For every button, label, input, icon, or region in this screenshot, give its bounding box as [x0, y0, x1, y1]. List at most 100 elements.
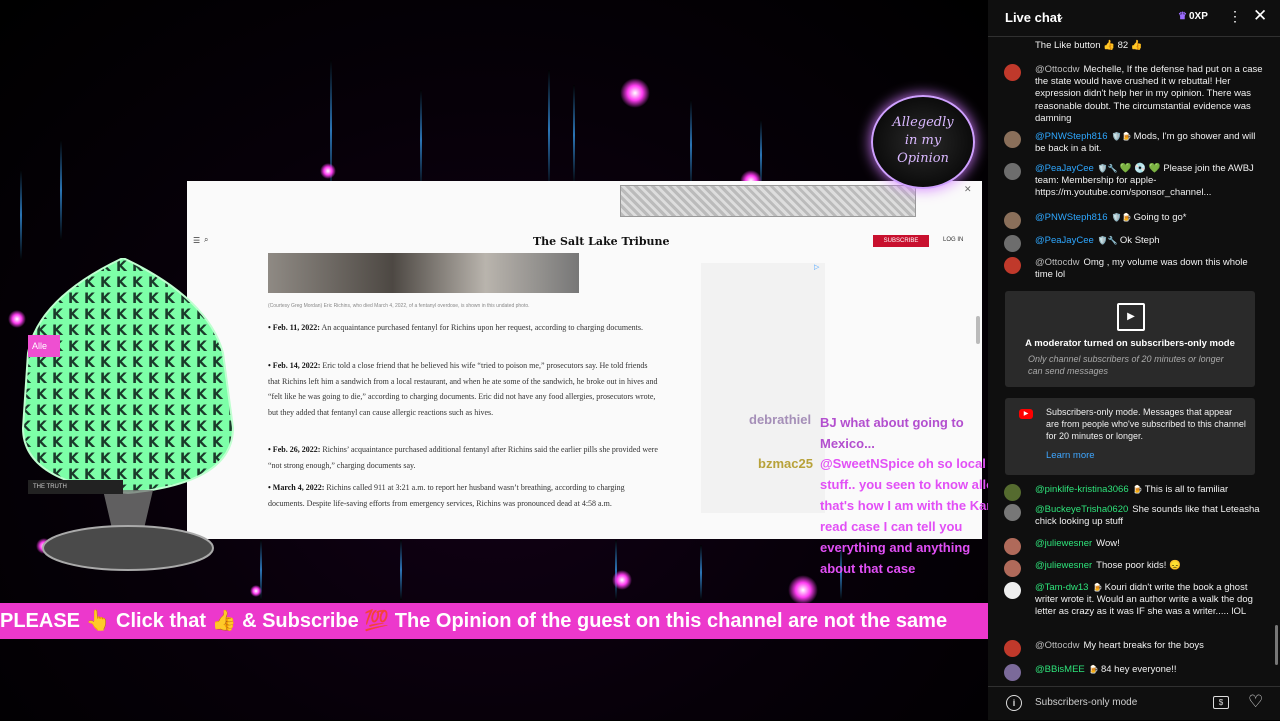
bg-streak — [573, 85, 575, 185]
heart-icon[interactable]: ♡ — [1248, 692, 1263, 712]
author-name[interactable]: @juliewesner — [1035, 538, 1092, 549]
decorative-goblet: K — [21, 258, 235, 571]
moderator-notice: ▶ A moderator turned on subscribers-only… — [1005, 291, 1255, 387]
avatar — [1004, 131, 1021, 148]
chevron-down-icon[interactable]: ⌄ — [1055, 9, 1065, 23]
overlay-author: debrathiel — [749, 412, 812, 427]
bg-glow — [320, 163, 336, 179]
search-icon: ⌕ — [204, 235, 209, 244]
article-subscribe-button: SUBSCRIBE — [873, 235, 929, 247]
chat-message-text: The Like button 👍 82 👍 — [1035, 40, 1143, 51]
notice-subtext: Only channel subscribers of 20 minutes o… — [1028, 354, 1224, 376]
member-badge-icon: 🍺 — [1092, 583, 1105, 592]
author-name[interactable]: @pinklife-kristina3066 — [1035, 484, 1129, 495]
close-icon[interactable]: ✕ — [1253, 6, 1267, 26]
article-paragraph: • Feb. 26, 2022: Richins’ acquaintance p… — [268, 445, 658, 470]
member-badge-icon: 🛡️🔧 — [1097, 236, 1120, 245]
video-player[interactable]: ✕ ☰ ⌕ The Salt Lake Tribune SUBSCRIBE LO… — [0, 0, 988, 720]
member-badge-icon: 🛡️🍺 — [1111, 213, 1134, 222]
avatar — [1004, 504, 1021, 521]
author-name[interactable]: @PeaJayCee — [1035, 163, 1094, 174]
learn-more-link[interactable]: Learn more — [1046, 450, 1095, 461]
article-paragraph: • Feb. 14, 2022: Eric told a close frien… — [268, 361, 658, 417]
bg-streak — [330, 60, 332, 200]
scrolling-ticker: PLEASE 👆 Click that 👍 & Subscribe 💯 The … — [0, 603, 988, 639]
bg-streak — [20, 170, 22, 260]
bg-streak — [420, 90, 422, 190]
author-name[interactable]: @juliewesner — [1035, 560, 1092, 571]
article-photo — [268, 253, 579, 293]
overlay-message: @SweetNSpice oh so local stuff.. you see… — [820, 456, 988, 576]
author-name[interactable]: @PNWSteph816 — [1035, 131, 1107, 142]
author-name[interactable]: @Ottocdw — [1035, 257, 1080, 268]
bg-glow — [250, 585, 262, 597]
youtube-icon: ▶ — [1019, 409, 1033, 419]
avatar — [1004, 64, 1021, 81]
article-scrollbar — [976, 316, 980, 344]
message-text: Wow! — [1096, 538, 1120, 549]
bg-glow — [620, 78, 650, 108]
live-chat-panel: Live chat ⌄ ♛ 0XP ⋮ ✕ The Like button 👍 8… — [988, 0, 1280, 720]
overlay-author: bzmac25 — [758, 456, 813, 471]
message-text: 84 hey everyone!! — [1100, 664, 1177, 675]
lower-third-tag: THE TRUTH — [28, 480, 123, 494]
chat-mode-dropdown[interactable]: Live chat — [1005, 10, 1061, 25]
ad-banner — [620, 185, 916, 217]
notice-text: Subscribers-only mode. Messages that app… — [1046, 407, 1246, 441]
ad-choices-icon: ▷ — [814, 264, 820, 271]
chat-input[interactable]: Subscribers-only mode — [1035, 697, 1137, 708]
photo-caption: (Courtesy Greg Mordan) Eric Richins, who… — [268, 303, 530, 309]
message-text: Going to go* — [1133, 212, 1187, 223]
chat-scrollbar[interactable] — [1275, 625, 1278, 665]
avatar — [1004, 640, 1021, 657]
overlay-message: BJ what about going to Mexico... — [820, 415, 964, 451]
crown-icon: ♛ — [1178, 11, 1187, 22]
message-text: Ok Steph — [1119, 235, 1160, 246]
avatar — [1004, 664, 1021, 681]
article-paragraph: • Feb. 11, 2022: An acquaintance purchas… — [268, 323, 644, 332]
avatar — [1004, 560, 1021, 577]
avatar — [1004, 235, 1021, 252]
close-icon: ✕ — [964, 184, 972, 194]
member-badge-icon: 🛡️🍺 — [1111, 132, 1134, 141]
masthead: The Salt Lake Tribune — [533, 235, 670, 248]
more-options-icon[interactable]: ⋮ — [1228, 8, 1242, 25]
member-badge-icon: 🍺 — [1132, 485, 1145, 494]
avatar — [1004, 212, 1021, 229]
author-name[interactable]: @Ottocdw — [1035, 640, 1080, 651]
author-name[interactable]: @BuckeyeTrisha0620 — [1035, 504, 1128, 515]
avatar — [1004, 582, 1021, 599]
bg-glow — [612, 570, 632, 590]
member-badge-icon: 🍺 — [1088, 665, 1101, 674]
bg-streak — [400, 540, 402, 600]
bg-glow — [788, 575, 818, 605]
avatar — [1004, 538, 1021, 555]
article-login-link: LOG IN — [943, 237, 964, 243]
message-text: My heart breaks for the boys — [1083, 640, 1204, 651]
xp-badge[interactable]: ♛ 0XP — [1178, 11, 1208, 22]
subscriptions-icon: ▶ — [1117, 303, 1145, 331]
message-text: Those poor kids! 😞 — [1096, 560, 1181, 571]
message-text: This is all to familiar — [1144, 484, 1229, 495]
avatar — [1004, 484, 1021, 501]
author-name[interactable]: @Tam-dw13 — [1035, 582, 1088, 593]
member-badge-icon: 🛡️🔧 — [1097, 164, 1120, 173]
chat-header: Live chat ⌄ ♛ 0XP ⋮ ✕ — [988, 0, 1280, 37]
super-chat-icon[interactable]: $ — [1213, 696, 1229, 709]
info-icon[interactable]: i — [1006, 695, 1022, 711]
menu-icon: ☰ — [193, 236, 201, 245]
side-ad — [701, 263, 825, 513]
author-name[interactable]: @BBisMEE — [1035, 664, 1085, 675]
notice-title: A moderator turned on subscribers-only m… — [1025, 338, 1235, 349]
name-tag: Alle — [28, 335, 60, 357]
author-name[interactable]: @PNWSteph816 — [1035, 212, 1107, 223]
bg-streak — [700, 545, 702, 600]
avatar — [1004, 257, 1021, 274]
bg-streak — [690, 100, 692, 190]
author-name[interactable]: @PeaJayCee — [1035, 235, 1094, 246]
bg-streak — [548, 70, 550, 190]
chat-input-bar: i Subscribers-only mode $ ♡ — [988, 686, 1280, 721]
bg-streak — [60, 140, 62, 240]
avatar — [1004, 163, 1021, 180]
author-name[interactable]: @Ottocdw — [1035, 64, 1080, 75]
